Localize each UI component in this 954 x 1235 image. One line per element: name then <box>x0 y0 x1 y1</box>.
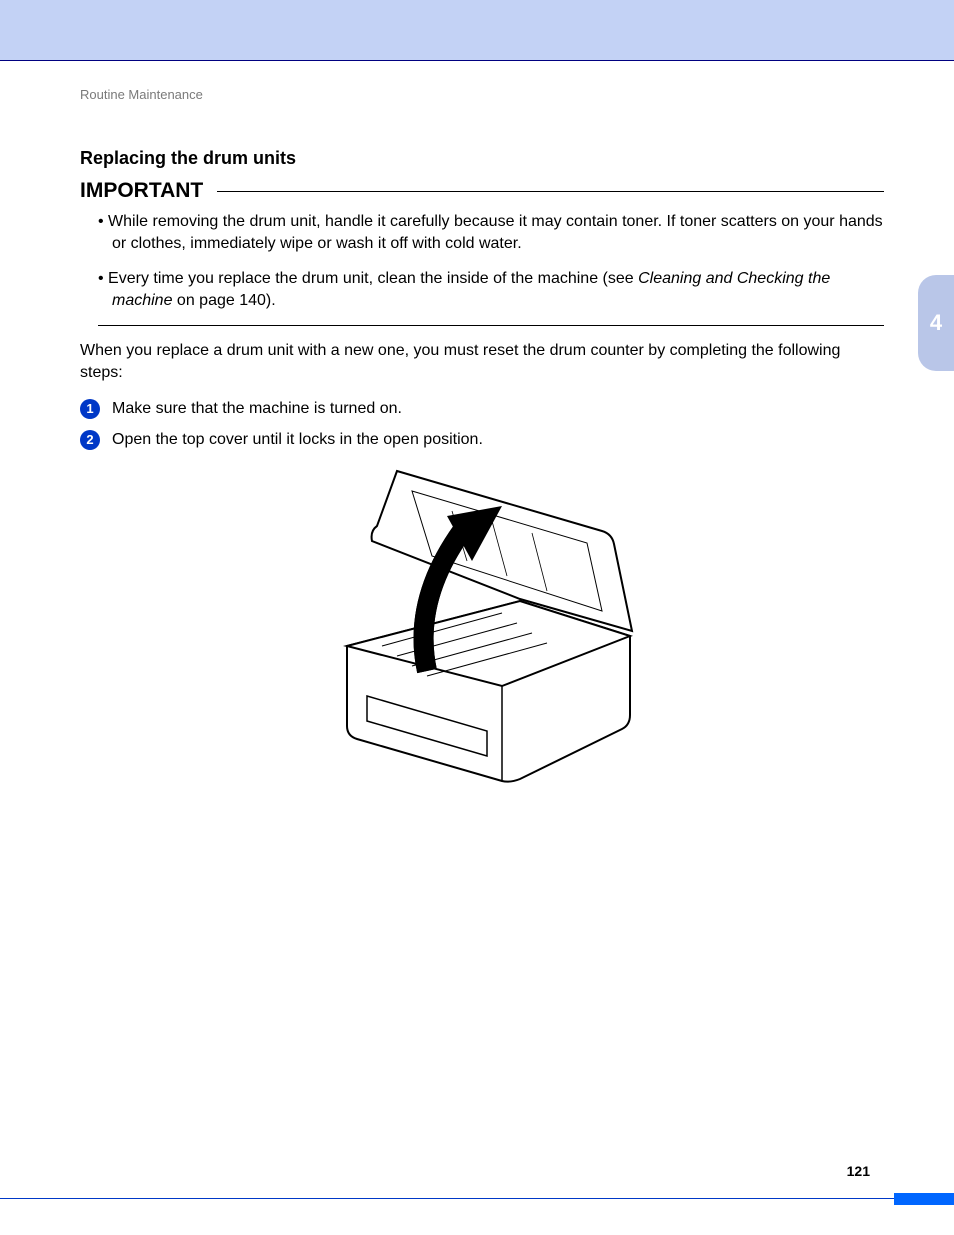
page-content: Routine Maintenance Replacing the drum u… <box>0 60 954 1235</box>
divider-line <box>98 325 884 326</box>
important-block-header: IMPORTANT <box>80 179 884 203</box>
page-number: 121 <box>847 1163 870 1179</box>
breadcrumb: Routine Maintenance <box>80 87 884 102</box>
important-label: IMPORTANT <box>80 179 217 203</box>
footer-rule <box>0 1198 954 1199</box>
step-item: 2 Open the top cover until it locks in t… <box>80 429 884 451</box>
step-text: Open the top cover until it locks in the… <box>112 429 483 451</box>
bullet-text-post: on page 140). <box>172 292 275 309</box>
bullet-item: Every time you replace the drum unit, cl… <box>98 268 884 311</box>
chapter-number: 4 <box>930 310 942 336</box>
bullet-text-pre: Every time you replace the drum unit, cl… <box>108 270 638 287</box>
step-number-badge: 1 <box>80 399 100 419</box>
step-number-badge: 2 <box>80 430 100 450</box>
rule-line <box>217 191 884 192</box>
intro-paragraph: When you replace a drum unit with a new … <box>80 340 884 383</box>
step-text: Make sure that the machine is turned on. <box>112 398 402 420</box>
chapter-tab[interactable]: 4 <box>918 275 954 371</box>
section-heading: Replacing the drum units <box>80 148 884 169</box>
important-bullets: While removing the drum unit, handle it … <box>98 211 884 311</box>
top-accent-band <box>0 0 954 60</box>
printer-open-cover-illustration <box>302 461 662 791</box>
bullet-item: While removing the drum unit, handle it … <box>98 211 884 254</box>
step-item: 1 Make sure that the machine is turned o… <box>80 398 884 420</box>
figure-container <box>80 461 884 796</box>
footer-accent <box>894 1193 954 1205</box>
